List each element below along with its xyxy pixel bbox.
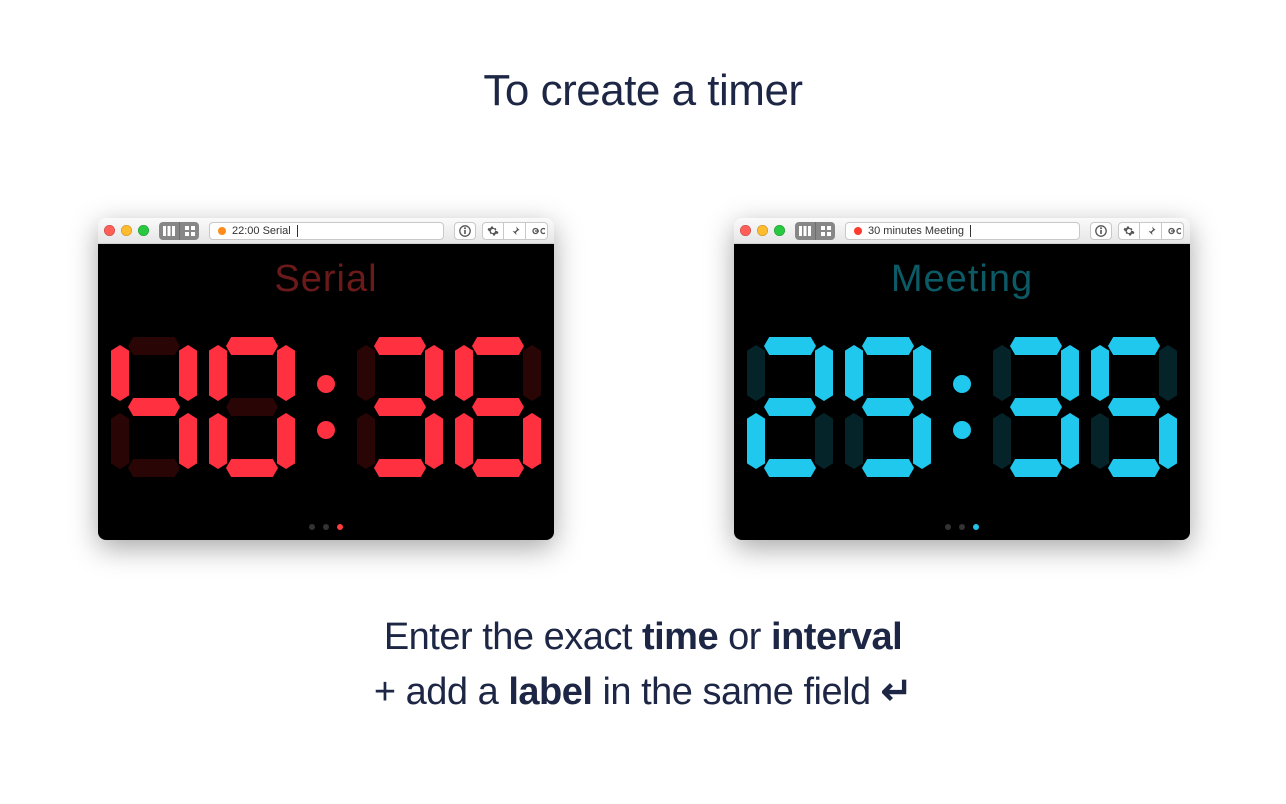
page-dot-active (337, 524, 343, 530)
instruction-fragment: in the same field (592, 671, 880, 713)
info-button[interactable] (1090, 222, 1112, 240)
view-mode-toggle[interactable] (795, 222, 835, 240)
instruction-fragment: + add a (374, 671, 508, 713)
timer-display: Meeting (734, 244, 1190, 540)
page-dot (309, 524, 315, 530)
settings-button[interactable] (1118, 222, 1140, 240)
gear-icon (487, 225, 499, 237)
timer-window-serial: 22:00 Serial (98, 218, 554, 540)
zoom-button[interactable] (138, 225, 149, 236)
colon (953, 375, 971, 439)
return-key-icon: ↵ (881, 665, 912, 720)
zoom-button[interactable] (774, 225, 785, 236)
close-button[interactable] (740, 225, 751, 236)
pin-button[interactable] (504, 222, 526, 240)
digit (993, 337, 1079, 477)
info-icon (1095, 225, 1107, 237)
titlebar: 22:00 Serial (98, 218, 554, 244)
loop-button[interactable] (1162, 222, 1184, 240)
page-indicator (98, 524, 554, 530)
timer-label: Serial (98, 258, 554, 301)
digit (747, 337, 833, 477)
instruction-bold-time: time (642, 616, 718, 658)
text-caret (297, 225, 298, 237)
instruction-fragment: or (718, 616, 771, 658)
loop-icon (1165, 226, 1181, 236)
instruction-bold-label: label (508, 671, 592, 713)
pin-icon (1145, 225, 1157, 237)
close-button[interactable] (104, 225, 115, 236)
digit (357, 337, 443, 477)
grid-icon (815, 222, 835, 240)
info-button[interactable] (454, 222, 476, 240)
timer-digits (98, 332, 554, 482)
timer-input[interactable]: 30 minutes Meeting (845, 222, 1080, 240)
digit (111, 337, 197, 477)
page-dot (945, 524, 951, 530)
timer-label: Meeting (734, 258, 1190, 301)
pin-icon (509, 225, 521, 237)
digit (455, 337, 541, 477)
toolbar-actions (1118, 222, 1184, 240)
loop-button[interactable] (526, 222, 548, 240)
traffic-lights (740, 225, 785, 236)
page-dot (323, 524, 329, 530)
instruction-fragment: Enter the exact (384, 616, 642, 658)
timer-digits (734, 332, 1190, 482)
page-title: To create a timer (0, 66, 1286, 116)
gear-icon (1123, 225, 1135, 237)
view-mode-toggle[interactable] (159, 222, 199, 240)
info-icon (459, 225, 471, 237)
settings-button[interactable] (482, 222, 504, 240)
loop-icon (529, 226, 545, 236)
grid-icon (179, 222, 199, 240)
traffic-lights (104, 225, 149, 236)
digit (1091, 337, 1177, 477)
status-dot (854, 227, 862, 235)
timer-input-text: 22:00 Serial (232, 225, 291, 237)
pin-button[interactable] (1140, 222, 1162, 240)
columns-icon (795, 222, 815, 240)
timer-display: Serial (98, 244, 554, 540)
minimize-button[interactable] (121, 225, 132, 236)
timer-window-meeting: 30 minutes Meeting (734, 218, 1190, 540)
instruction-text: Enter the exact time or interval + add a… (0, 610, 1286, 720)
timer-input-text: 30 minutes Meeting (868, 225, 964, 237)
page-indicator (734, 524, 1190, 530)
titlebar: 30 minutes Meeting (734, 218, 1190, 244)
instruction-bold-interval: interval (771, 616, 902, 658)
digit (209, 337, 295, 477)
colon (317, 375, 335, 439)
timer-input[interactable]: 22:00 Serial (209, 222, 444, 240)
toolbar-actions (482, 222, 548, 240)
digit (845, 337, 931, 477)
status-dot (218, 227, 226, 235)
page-dot-active (973, 524, 979, 530)
text-caret (970, 225, 971, 237)
minimize-button[interactable] (757, 225, 768, 236)
columns-icon (159, 222, 179, 240)
page-dot (959, 524, 965, 530)
